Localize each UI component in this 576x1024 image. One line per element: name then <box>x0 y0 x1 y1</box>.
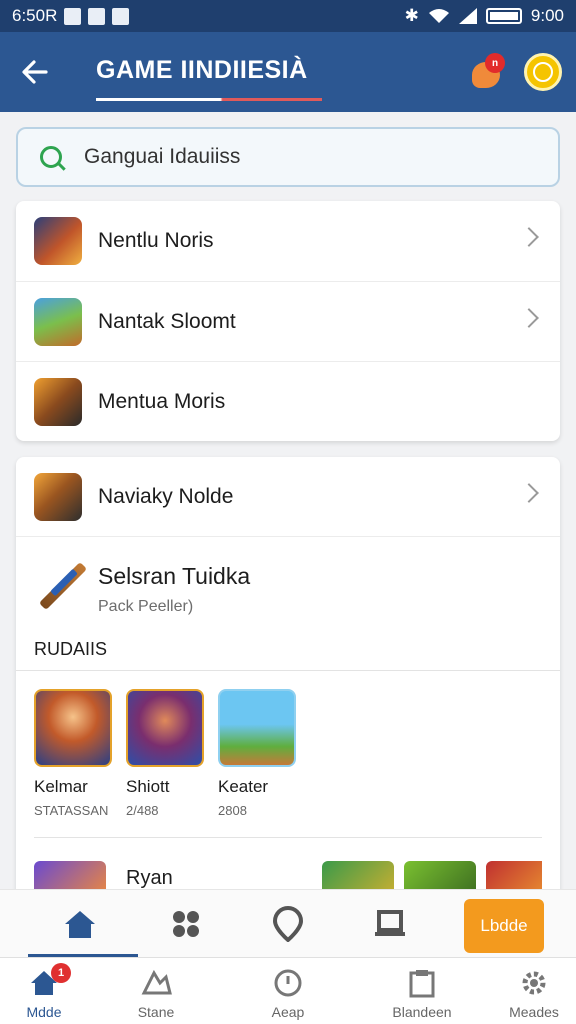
game-name: Keater <box>218 777 269 796</box>
image-icon <box>112 7 130 25</box>
battery-icon <box>485 8 522 24</box>
nav-label: Stane <box>137 1004 175 1020</box>
nav-item-store[interactable]: Stane <box>106 958 206 1024</box>
chevron-right-icon <box>519 308 539 328</box>
list-item[interactable]: Naviaky Nolde <box>16 457 560 537</box>
arrow-left-icon <box>22 60 48 84</box>
bottom-navigation: 1 Mdde Stane Aeap Blandeen Meades <box>0 957 576 1024</box>
signal-icon <box>458 8 477 24</box>
warrior-portrait-icon <box>34 217 82 265</box>
menu-list-card: Nentlu Noris Nantak Sloomt Mentua Moris <box>16 201 560 441</box>
divider <box>34 837 542 838</box>
status-clock: 9:00 <box>530 6 564 25</box>
nav-label: Mdde <box>26 1004 62 1020</box>
list-item-label: Ryan <box>126 867 173 889</box>
game-tile[interactable]: Shiott 2/488 <box>126 689 206 818</box>
back-button[interactable] <box>0 32 70 112</box>
nav-badge: 1 <box>51 963 71 983</box>
nav-item-clipboard[interactable]: Blandeen <box>372 958 472 1024</box>
rifle-weapon-icon <box>34 472 82 521</box>
list-item[interactable]: Mentua Moris <box>16 361 560 441</box>
clipboard-icon <box>405 967 439 999</box>
game-art <box>34 689 112 767</box>
bag-icon <box>88 7 106 25</box>
app-bar: GAME IINDIIESIÀ n <box>0 32 576 112</box>
title-underline <box>96 98 322 101</box>
nav-label: Blandeen <box>392 1004 452 1020</box>
wifi-icon <box>428 9 449 23</box>
search-bar[interactable] <box>16 127 560 187</box>
game-art <box>126 689 204 767</box>
game-tile[interactable]: Keater 2808 <box>218 689 298 818</box>
game-tile[interactable]: Kelmar STATASSAN <box>34 689 114 818</box>
list-item[interactable]: Nentlu Noris <box>16 201 560 281</box>
nav-label: Meades <box>509 1004 559 1020</box>
game-meta: STATASSAN <box>34 803 109 818</box>
chevron-right-icon <box>519 483 539 503</box>
rifle-weapon-icon <box>34 377 82 426</box>
featured-subtitle: Pack Peeller) <box>98 598 194 615</box>
search-icon <box>40 146 62 168</box>
list-item-label: Mentua Moris <box>98 389 226 413</box>
page-title: GAME IINDIIESIÀ <box>96 56 308 84</box>
list-item-label: Nantak Sloomt <box>98 309 236 333</box>
gear-icon <box>517 967 551 999</box>
featured-item[interactable]: Selsran Tuidka Pack Peeller) <box>34 559 250 616</box>
games-section-card: Naviaky Nolde Selsran Tuidka Pack Peelle… <box>16 457 560 897</box>
store-icon <box>139 967 173 999</box>
coin-button[interactable] <box>524 53 562 91</box>
action-bar: Lbdde <box>0 889 576 957</box>
gallery-icon <box>64 7 82 25</box>
divider <box>16 670 560 671</box>
apps-icon <box>173 911 199 937</box>
apps-action-button[interactable] <box>166 904 206 944</box>
nav-item-settings[interactable]: Meades <box>484 958 576 1024</box>
game-art <box>218 689 296 767</box>
home-icon <box>65 911 95 938</box>
home-action-button[interactable] <box>60 904 100 944</box>
game-name: Kelmar <box>34 777 88 796</box>
location-pin-icon <box>272 906 304 942</box>
bluetooth-icon: ✱ <box>404 6 419 25</box>
home-icon: 1 <box>27 963 71 999</box>
game-meta: 2808 <box>218 803 247 818</box>
soldier-scene-icon <box>34 297 82 346</box>
nav-item-home[interactable]: 1 Mdde <box>0 958 94 1024</box>
status-time: 6:50R <box>12 6 58 25</box>
search-input[interactable] <box>84 145 504 169</box>
desk-action-button[interactable] <box>370 904 410 944</box>
game-name: Shiott <box>126 777 170 796</box>
notifications-button[interactable]: n <box>470 53 505 90</box>
monitor-icon <box>375 910 405 936</box>
pin-action-button[interactable] <box>268 904 308 944</box>
list-item[interactable]: Nantak Sloomt <box>16 281 560 361</box>
primary-action-button[interactable]: Lbdde <box>464 899 544 953</box>
section-header: RUDAIIS <box>34 639 108 659</box>
clock-icon <box>271 967 305 999</box>
sword-icon <box>34 559 88 611</box>
game-meta: 2/488 <box>126 803 159 818</box>
list-item-label: Nentlu Noris <box>98 229 214 252</box>
status-bar: 6:50R ✱ 9:00 <box>0 0 576 32</box>
nav-label: Aeap <box>271 1004 305 1020</box>
nav-item-clock[interactable]: Aeap <box>238 958 338 1024</box>
chevron-right-icon <box>519 227 539 247</box>
featured-title: Selsran Tuidka <box>98 563 251 589</box>
list-item-label: Naviaky Nolde <box>98 484 234 508</box>
notification-badge: n <box>485 53 505 73</box>
